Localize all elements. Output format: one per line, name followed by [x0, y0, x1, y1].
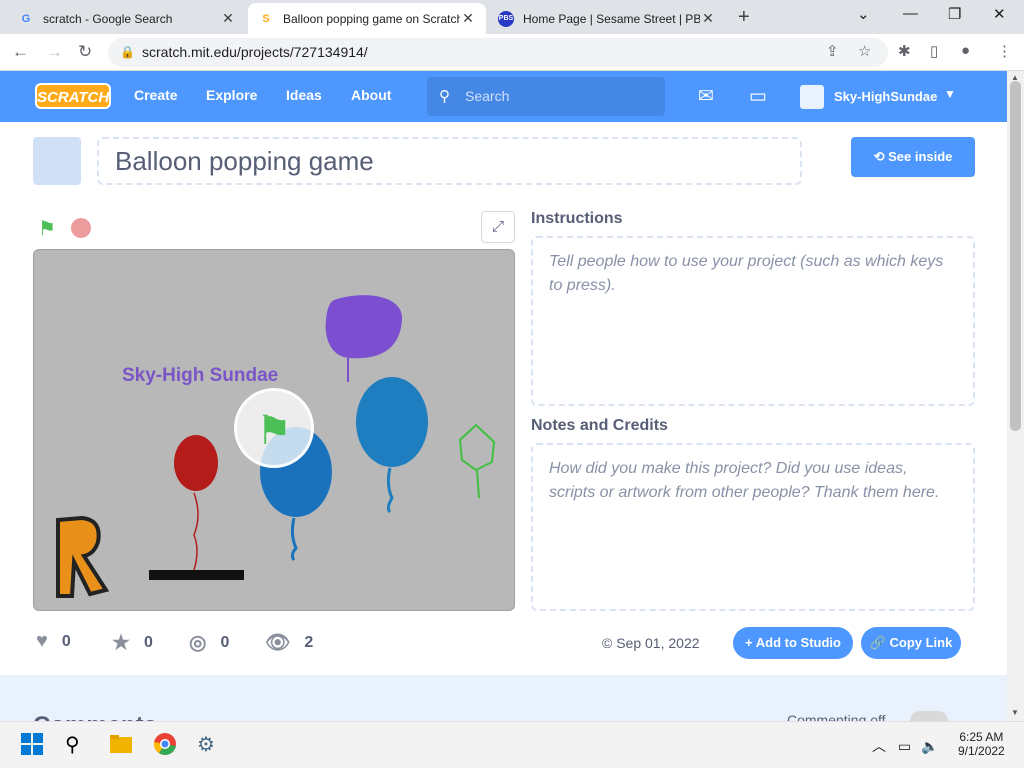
my-stuff-folder-icon[interactable]: ▭ [749, 85, 767, 108]
remix-stat: ◎ 0 [189, 632, 230, 654]
nav-about[interactable]: About [351, 87, 391, 103]
network-icon[interactable]: ▭ [898, 738, 911, 754]
lock-icon: 🔒 [120, 45, 135, 59]
green-flag-icon[interactable]: ⚑ [38, 216, 56, 241]
share-date: © Sep 01, 2022 [602, 635, 700, 651]
messages-icon[interactable]: ✉ [698, 85, 714, 108]
avatar[interactable] [800, 85, 824, 109]
heart-icon: ♥ [36, 630, 48, 652]
instructions-title: Instructions [531, 210, 623, 227]
volume-icon[interactable]: 🔈 [921, 738, 938, 754]
close-tab-icon[interactable]: ✕ [220, 10, 236, 27]
search-input[interactable]: ⚲ Search [427, 77, 665, 116]
profile-icon[interactable]: ● [961, 42, 970, 59]
extensions-icon[interactable]: ✱ [898, 42, 911, 60]
purple-balloon-icon [325, 295, 403, 382]
restore-button[interactable]: ❐ [948, 5, 961, 23]
stage-title-text: Sky-High Sundae [122, 365, 279, 386]
add-to-studio-button[interactable]: + Add to Studio [733, 627, 853, 659]
letter-r-sprite-icon [56, 515, 110, 598]
file-explorer-icon[interactable] [109, 732, 133, 756]
scratch-navbar: SCRATCH Create Explore Ideas About ⚲ Sea… [0, 71, 1007, 122]
project-title-field[interactable]: Balloon popping game [97, 137, 802, 185]
pbs-icon: PBS [498, 10, 514, 27]
chevron-up-icon[interactable]: ︿ [872, 738, 886, 754]
close-tab-icon[interactable]: ✕ [700, 10, 716, 27]
windows-taskbar: ⚲ ⚙ ︿ ▭ 🔈 6:25 AM 9/1/2022 [0, 721, 1024, 768]
eye-icon: 👁 [265, 632, 291, 654]
green-balloon-icon [458, 423, 496, 499]
search-icon[interactable]: ⚲ [65, 732, 89, 756]
search-icon: ⚲ [439, 88, 450, 105]
chrome-icon[interactable] [153, 732, 177, 756]
tab-search-chevron-icon[interactable]: ⌄ [857, 5, 870, 23]
back-icon[interactable]: ← [12, 42, 29, 62]
tab-google-search[interactable]: G scratch - Google Search ✕ [8, 3, 246, 34]
forward-icon[interactable]: → [46, 42, 63, 62]
bookmark-star-icon[interactable]: ☆ [858, 42, 871, 60]
copy-link-button[interactable]: 🔗 Copy Link [861, 627, 961, 659]
stop-icon[interactable] [71, 218, 91, 238]
chevron-down-icon[interactable]: ▼ [944, 87, 956, 101]
link-icon: 🔗 [869, 635, 886, 650]
remix-spiral-icon: ◎ [189, 632, 207, 654]
side-panel-icon[interactable]: ▯ [930, 42, 938, 60]
see-inside-button[interactable]: ⟲ See inside [851, 137, 975, 177]
remix-arrows-icon: ⟲ [873, 149, 889, 164]
instructions-textarea[interactable]: Tell people how to use your project (suc… [531, 236, 975, 406]
google-icon: G [21, 12, 31, 25]
browser-toolbar: ← → ↻ 🔒 scratch.mit.edu/projects/7271349… [0, 34, 1024, 71]
notes-textarea[interactable]: How did you make this project? Did you u… [531, 443, 975, 611]
share-icon[interactable]: ⇪ [826, 42, 839, 60]
project-page: Balloon popping game ⟲ See inside ⚑ ⤢ Sk… [0, 122, 1007, 739]
menu-kebab-icon[interactable]: ⋮ [997, 42, 1012, 60]
windows-start-icon[interactable] [20, 732, 44, 756]
scratch-logo[interactable]: SCRATCH [35, 83, 111, 109]
green-flag-overlay-icon[interactable]: ⚑ [234, 388, 314, 468]
username[interactable]: Sky-HighSundae [834, 89, 937, 104]
minimize-button[interactable]: — [903, 5, 918, 22]
blue-balloon-icon [356, 377, 428, 514]
reload-icon[interactable]: ↻ [78, 42, 92, 62]
project-author-avatar[interactable] [33, 137, 81, 185]
project-stage[interactable]: Sky-High Sundae ⚑ [33, 249, 515, 611]
new-tab-button[interactable]: + [738, 6, 750, 29]
tab-scratch-project[interactable]: S Balloon popping game on Scratch ✕ [248, 3, 486, 34]
clock[interactable]: 6:25 AM 9/1/2022 [958, 730, 1005, 758]
nav-ideas[interactable]: Ideas [286, 87, 322, 103]
scrollbar-thumb[interactable] [1010, 81, 1021, 431]
settings-gear-icon[interactable]: ⚙ [197, 732, 221, 756]
page-scrollbar[interactable]: ▲ ▼ [1007, 71, 1024, 721]
close-window-button[interactable]: ✕ [993, 5, 1006, 23]
score-bar [149, 570, 244, 580]
address-bar[interactable]: 🔒 scratch.mit.edu/projects/727134914/ [108, 38, 888, 67]
love-stat[interactable]: ♥ 0 [36, 630, 71, 653]
star-icon: ★ [112, 632, 130, 654]
views-stat: 👁 2 [265, 632, 314, 654]
nav-create[interactable]: Create [134, 87, 178, 103]
red-balloon-icon [174, 435, 218, 571]
tab-pbs[interactable]: PBS Home Page | Sesame Street | PBS ✕ [488, 3, 726, 34]
notes-title: Notes and Credits [531, 417, 668, 434]
system-tray[interactable]: ︿ ▭ 🔈 [872, 736, 938, 756]
scroll-down-icon[interactable]: ▼ [1011, 708, 1019, 717]
scratch-icon: S [262, 12, 270, 25]
nav-explore[interactable]: Explore [206, 87, 257, 103]
close-tab-icon[interactable]: ✕ [460, 10, 476, 27]
browser-tab-strip: G scratch - Google Search ✕ S Balloon po… [0, 0, 1024, 34]
favorite-stat[interactable]: ★ 0 [112, 630, 153, 655]
fullscreen-icon[interactable]: ⤢ [481, 211, 515, 243]
